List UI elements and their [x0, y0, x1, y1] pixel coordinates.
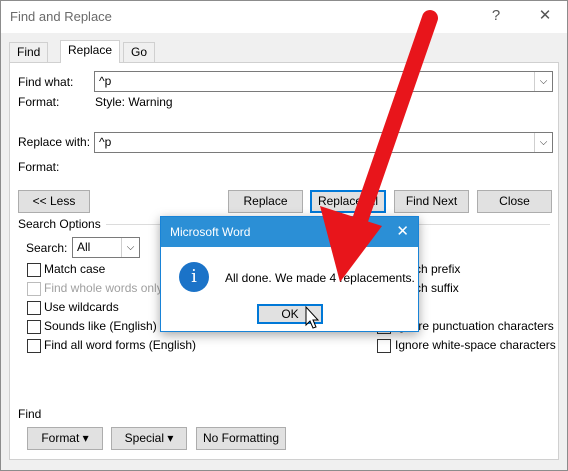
- tab-replace[interactable]: Replace: [60, 40, 121, 63]
- red-arrow-icon: [320, 10, 438, 282]
- tab-replace-label: Replace: [68, 43, 113, 57]
- mouse-cursor-icon: [305, 305, 320, 329]
- annotation-overlay: [305, 10, 438, 329]
